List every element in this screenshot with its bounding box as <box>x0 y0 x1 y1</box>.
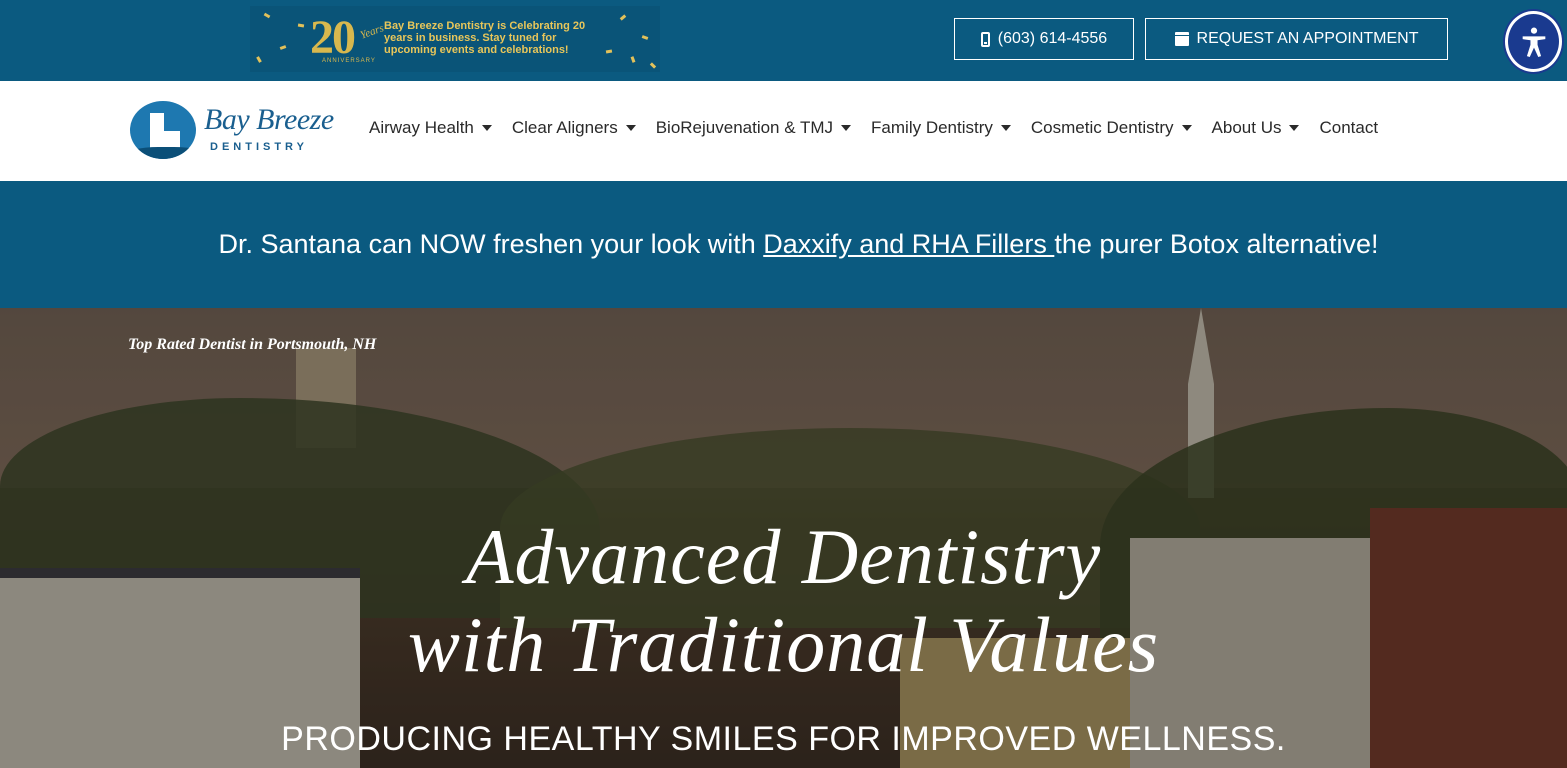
nav-item-family-dentistry[interactable]: Family Dentistry <box>871 118 1011 138</box>
anniversary-years-script: Years <box>358 22 386 42</box>
calendar-icon <box>1174 32 1189 46</box>
daxxify-fillers-link[interactable]: Daxxify and RHA Fillers <box>763 229 1054 259</box>
promo-text-after: the purer Botox alternative! <box>1054 229 1379 259</box>
hero-subheading: PRODUCING HEALTHY SMILES FOR IMPROVED WE… <box>281 720 1286 758</box>
anniversary-banner[interactable]: 20 Years ANNIVERSARY Bay Breeze Dentistr… <box>250 6 660 72</box>
hero-headline-line2: with Traditional Values <box>407 601 1160 688</box>
promo-text-before: Dr. Santana can NOW freshen your look wi… <box>218 229 764 259</box>
nav-label: Clear Aligners <box>511 118 618 137</box>
lighthouse-logo-icon <box>130 101 196 159</box>
phone-button[interactable]: (603) 614-4556 <box>954 18 1134 60</box>
chevron-down-icon <box>625 125 636 131</box>
chevron-down-icon <box>1289 125 1300 131</box>
logo-name: Bay Breeze <box>204 103 334 136</box>
nav-label: BioRejuvenation & TMJ <box>655 118 834 137</box>
accessibility-icon <box>1522 27 1545 57</box>
primary-nav: Airway Health Clear Aligners BioRejuvena… <box>369 118 1378 138</box>
chevron-down-icon <box>1181 125 1192 131</box>
nav-label: Cosmetic Dentistry <box>1030 118 1174 137</box>
nav-label: Contact <box>1319 118 1379 137</box>
appointment-label: REQUEST AN APPOINTMENT <box>1196 30 1419 47</box>
nav-item-airway-health[interactable]: Airway Health <box>369 118 492 138</box>
nav-label: About Us <box>1211 118 1282 137</box>
anniversary-small-label: ANNIVERSARY <box>322 58 376 64</box>
anniversary-text: Bay Breeze Dentistry is Celebrating 20 y… <box>384 20 586 56</box>
nav-item-about-us[interactable]: About Us <box>1212 118 1300 138</box>
promo-banner: Dr. Santana can NOW freshen your look wi… <box>0 181 1567 308</box>
hero-headline: Advanced Dentistry with Traditional Valu… <box>0 513 1567 689</box>
nav-item-contact[interactable]: Contact <box>1319 118 1378 138</box>
hero-section: Top Rated Dentist in Portsmouth, NH Adva… <box>0 308 1567 768</box>
nav-item-clear-aligners[interactable]: Clear Aligners <box>512 118 636 138</box>
nav-label: Family Dentistry <box>871 118 993 137</box>
hero-tagline: Top Rated Dentist in Portsmouth, NH <box>128 336 377 353</box>
chevron-down-icon <box>481 125 492 131</box>
logo-subtitle: DENTISTRY <box>210 141 308 153</box>
hero-headline-line1: Advanced Dentistry <box>465 513 1102 600</box>
anniversary-number: 20 <box>310 11 356 64</box>
nav-item-biorejuvenation-tmj[interactable]: BioRejuvenation & TMJ <box>655 118 852 138</box>
phone-label: (603) 614-4556 <box>997 30 1108 47</box>
main-navbar: Bay Breeze DENTISTRY Airway Health Clear… <box>0 81 1567 181</box>
site-logo[interactable]: Bay Breeze DENTISTRY <box>128 99 343 163</box>
phone-icon <box>980 31 990 47</box>
accessibility-button[interactable] <box>1505 11 1562 72</box>
request-appointment-button[interactable]: REQUEST AN APPOINTMENT <box>1145 18 1448 60</box>
nav-item-cosmetic-dentistry[interactable]: Cosmetic Dentistry <box>1031 118 1192 138</box>
top-bar: 20 Years ANNIVERSARY Bay Breeze Dentistr… <box>0 0 1567 81</box>
promo-text: Dr. Santana can NOW freshen your look wi… <box>188 198 1378 291</box>
chevron-down-icon <box>841 125 852 131</box>
chevron-down-icon <box>1000 125 1011 131</box>
nav-label: Airway Health <box>369 118 474 137</box>
